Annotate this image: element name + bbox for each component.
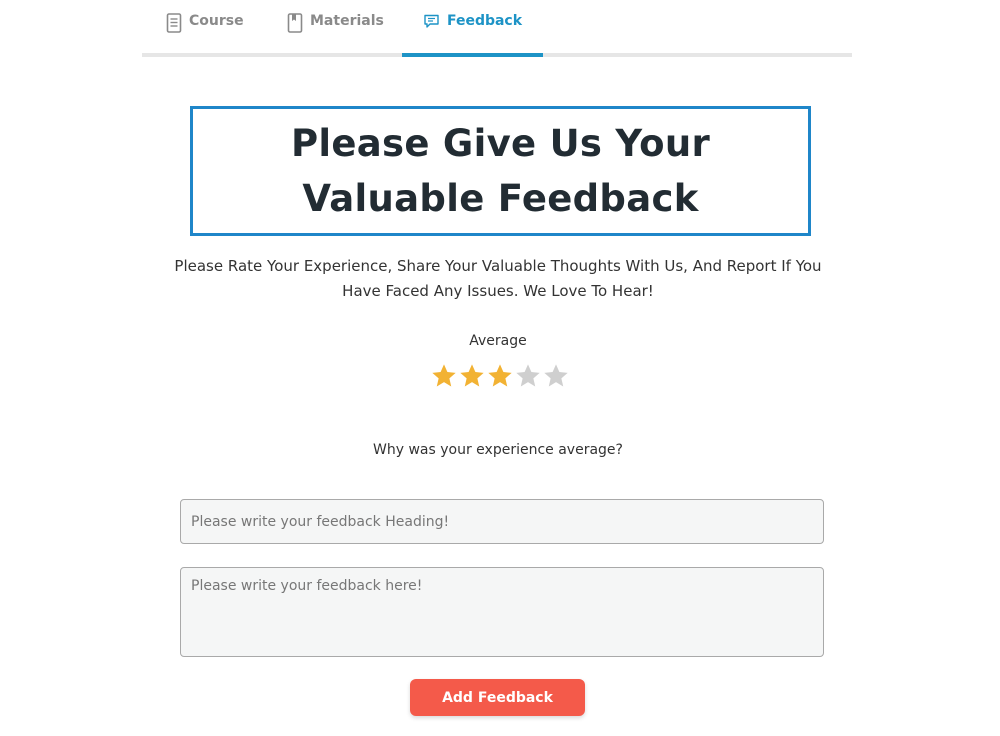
tab-feedback[interactable]: Feedback bbox=[402, 0, 543, 57]
add-feedback-button[interactable]: Add Feedback bbox=[410, 679, 585, 716]
rating-label: Average bbox=[469, 333, 527, 349]
chat-bubble-icon bbox=[424, 14, 439, 28]
star-empty-icon[interactable] bbox=[542, 362, 570, 390]
tab-materials[interactable]: Materials bbox=[287, 0, 384, 57]
star-rating bbox=[430, 362, 570, 390]
title-box: Please Give Us Your Valuable Feedback bbox=[190, 106, 811, 236]
bookmark-book-icon bbox=[287, 13, 303, 33]
star-filled-icon[interactable] bbox=[458, 362, 486, 390]
tab-course[interactable]: Course bbox=[166, 0, 244, 57]
document-icon bbox=[166, 13, 182, 33]
page-title: Please Give Us Your Valuable Feedback bbox=[290, 122, 711, 220]
tab-course-label: Course bbox=[189, 13, 244, 29]
star-empty-icon[interactable] bbox=[514, 362, 542, 390]
star-filled-icon[interactable] bbox=[430, 362, 458, 390]
star-filled-icon[interactable] bbox=[486, 362, 514, 390]
feedback-heading-input[interactable] bbox=[180, 499, 824, 544]
active-tab-indicator bbox=[402, 53, 543, 57]
tab-feedback-label: Feedback bbox=[446, 13, 523, 29]
tab-materials-label: Materials bbox=[310, 13, 384, 29]
tab-bar: Course Materials Feedback bbox=[142, 0, 852, 57]
rating-question: Why was your experience average? bbox=[373, 442, 623, 458]
feedback-body-input[interactable] bbox=[180, 567, 824, 657]
page-subtitle: Please Rate Your Experience, Share Your … bbox=[174, 257, 822, 300]
